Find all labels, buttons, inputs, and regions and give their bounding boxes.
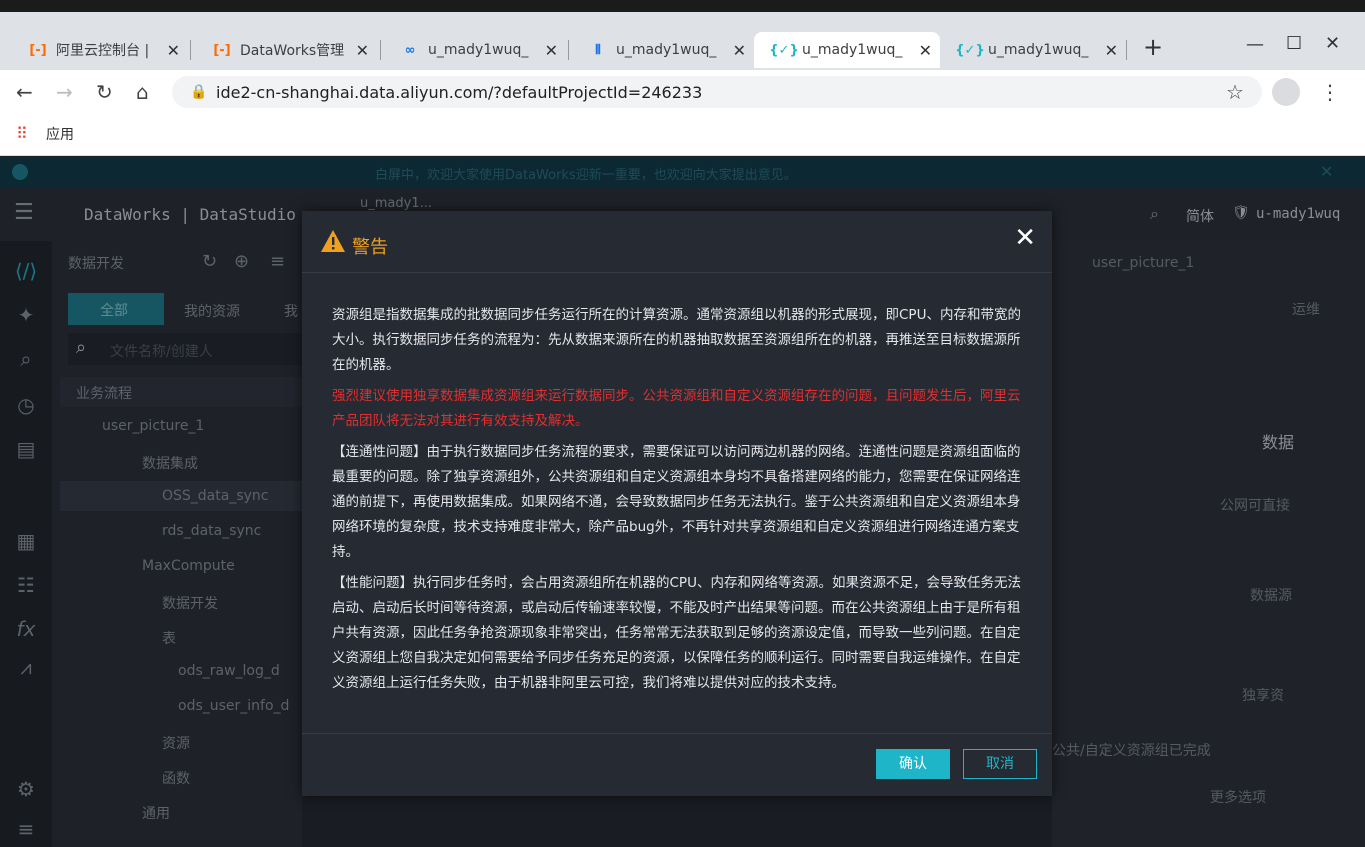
apps-grid-icon[interactable]: ⠿ [16,124,28,143]
back-arrow-icon[interactable]: ← [16,80,33,104]
forward-arrow-icon[interactable]: → [56,80,73,104]
browser-tab-3[interactable]: ∞ u_mady1wuq_ ✕ [380,32,566,68]
tab-label: u_mady1wuq_ [988,42,1089,58]
warning-icon [321,230,345,252]
reload-icon[interactable]: ↻ [96,80,113,104]
dataworks-icon: ⦀ [595,42,601,58]
code-icon: {✓} [955,42,985,58]
tab-label: u_mady1wuq_ [802,42,903,58]
maximize-icon[interactable]: ☐ [1286,33,1302,54]
home-icon[interactable]: ⌂ [136,80,149,104]
cloud-icon: ∞ [404,42,416,58]
code-icon: {✓} [769,42,799,58]
browser-tab-5-active[interactable]: {✓} u_mady1wuq_ ✕ [754,32,940,68]
tab-label: 阿里云控制台 | [56,43,150,59]
cancel-button[interactable]: 取消 [963,749,1037,779]
menu-kebab-icon[interactable]: ⋮ [1320,80,1340,104]
warning-dialog: 警告 ✕ 资源组是指数据集成的批数据同步任务运行所在的计算资源。通常资源组以机器… [302,211,1052,796]
new-tab-plus-icon[interactable]: + [1143,33,1163,61]
browser-tab-4[interactable]: ⦀ u_mady1wuq_ ✕ [568,32,754,68]
browser-tab-6[interactable]: {✓} u_mady1wuq_ ✕ [940,32,1126,68]
avatar[interactable] [1272,78,1300,106]
dialog-body: 资源组是指数据集成的批数据同步任务运行所在的计算资源。通常资源组以机器的形式展现… [332,303,1022,702]
window-close-icon[interactable]: ✕ [1325,33,1340,54]
close-icon[interactable]: ✕ [733,41,746,60]
bookmark-apps[interactable]: 应用 [46,124,74,144]
url-text[interactable]: ide2-cn-shanghai.data.aliyun.com/?defaul… [216,83,702,102]
lock-icon: 🔒 [190,84,208,100]
close-icon[interactable]: ✕ [167,41,180,60]
dialog-paragraph-connectivity: 【连通性问题】由于执行数据同步任务流程的要求，需要保证可以访问两边机器的网络。连… [332,444,1021,560]
star-icon[interactable]: ☆ [1226,80,1244,104]
tab-separator [190,40,191,60]
close-icon[interactable]: ✕ [356,41,369,60]
browser-tab-2[interactable]: [-] DataWorks管理 ✕ [192,32,377,68]
tab-separator [1126,40,1127,60]
close-icon[interactable]: ✕ [1014,223,1036,253]
dialog-title: 警告 [352,237,388,258]
dialog-paragraph-intro: 资源组是指数据集成的批数据同步任务运行所在的计算资源。通常资源组以机器的形式展现… [332,307,1021,373]
dialog-paragraph-performance: 【性能问题】执行同步任务时，会占用资源组所在机器的CPU、内存和网络等资源。如果… [332,575,1021,691]
browser-tab-1[interactable]: [-] 阿里云控制台 | ✕ [8,32,188,68]
confirm-button[interactable]: 确认 [876,749,950,779]
aliyun-icon: [-] [29,42,47,58]
dialog-header: 警告 ✕ [302,211,1052,273]
tab-label: DataWorks管理 [240,43,345,59]
dialog-paragraph-warning: 强烈建议使用独享数据集成资源组来运行数据同步。公共资源组和自定义资源组存在的问题… [332,388,1021,429]
tab-label: u_mady1wuq_ [616,42,717,58]
aliyun-icon: [-] [213,42,231,58]
tab-label: u_mady1wuq_ [428,42,529,58]
top-bar [0,0,1365,12]
minimize-icon[interactable]: — [1246,34,1264,55]
close-icon[interactable]: ✕ [545,41,558,60]
close-icon[interactable]: ✕ [1105,41,1118,60]
close-icon[interactable]: ✕ [919,41,932,60]
bookmarks-bar [0,114,1365,156]
